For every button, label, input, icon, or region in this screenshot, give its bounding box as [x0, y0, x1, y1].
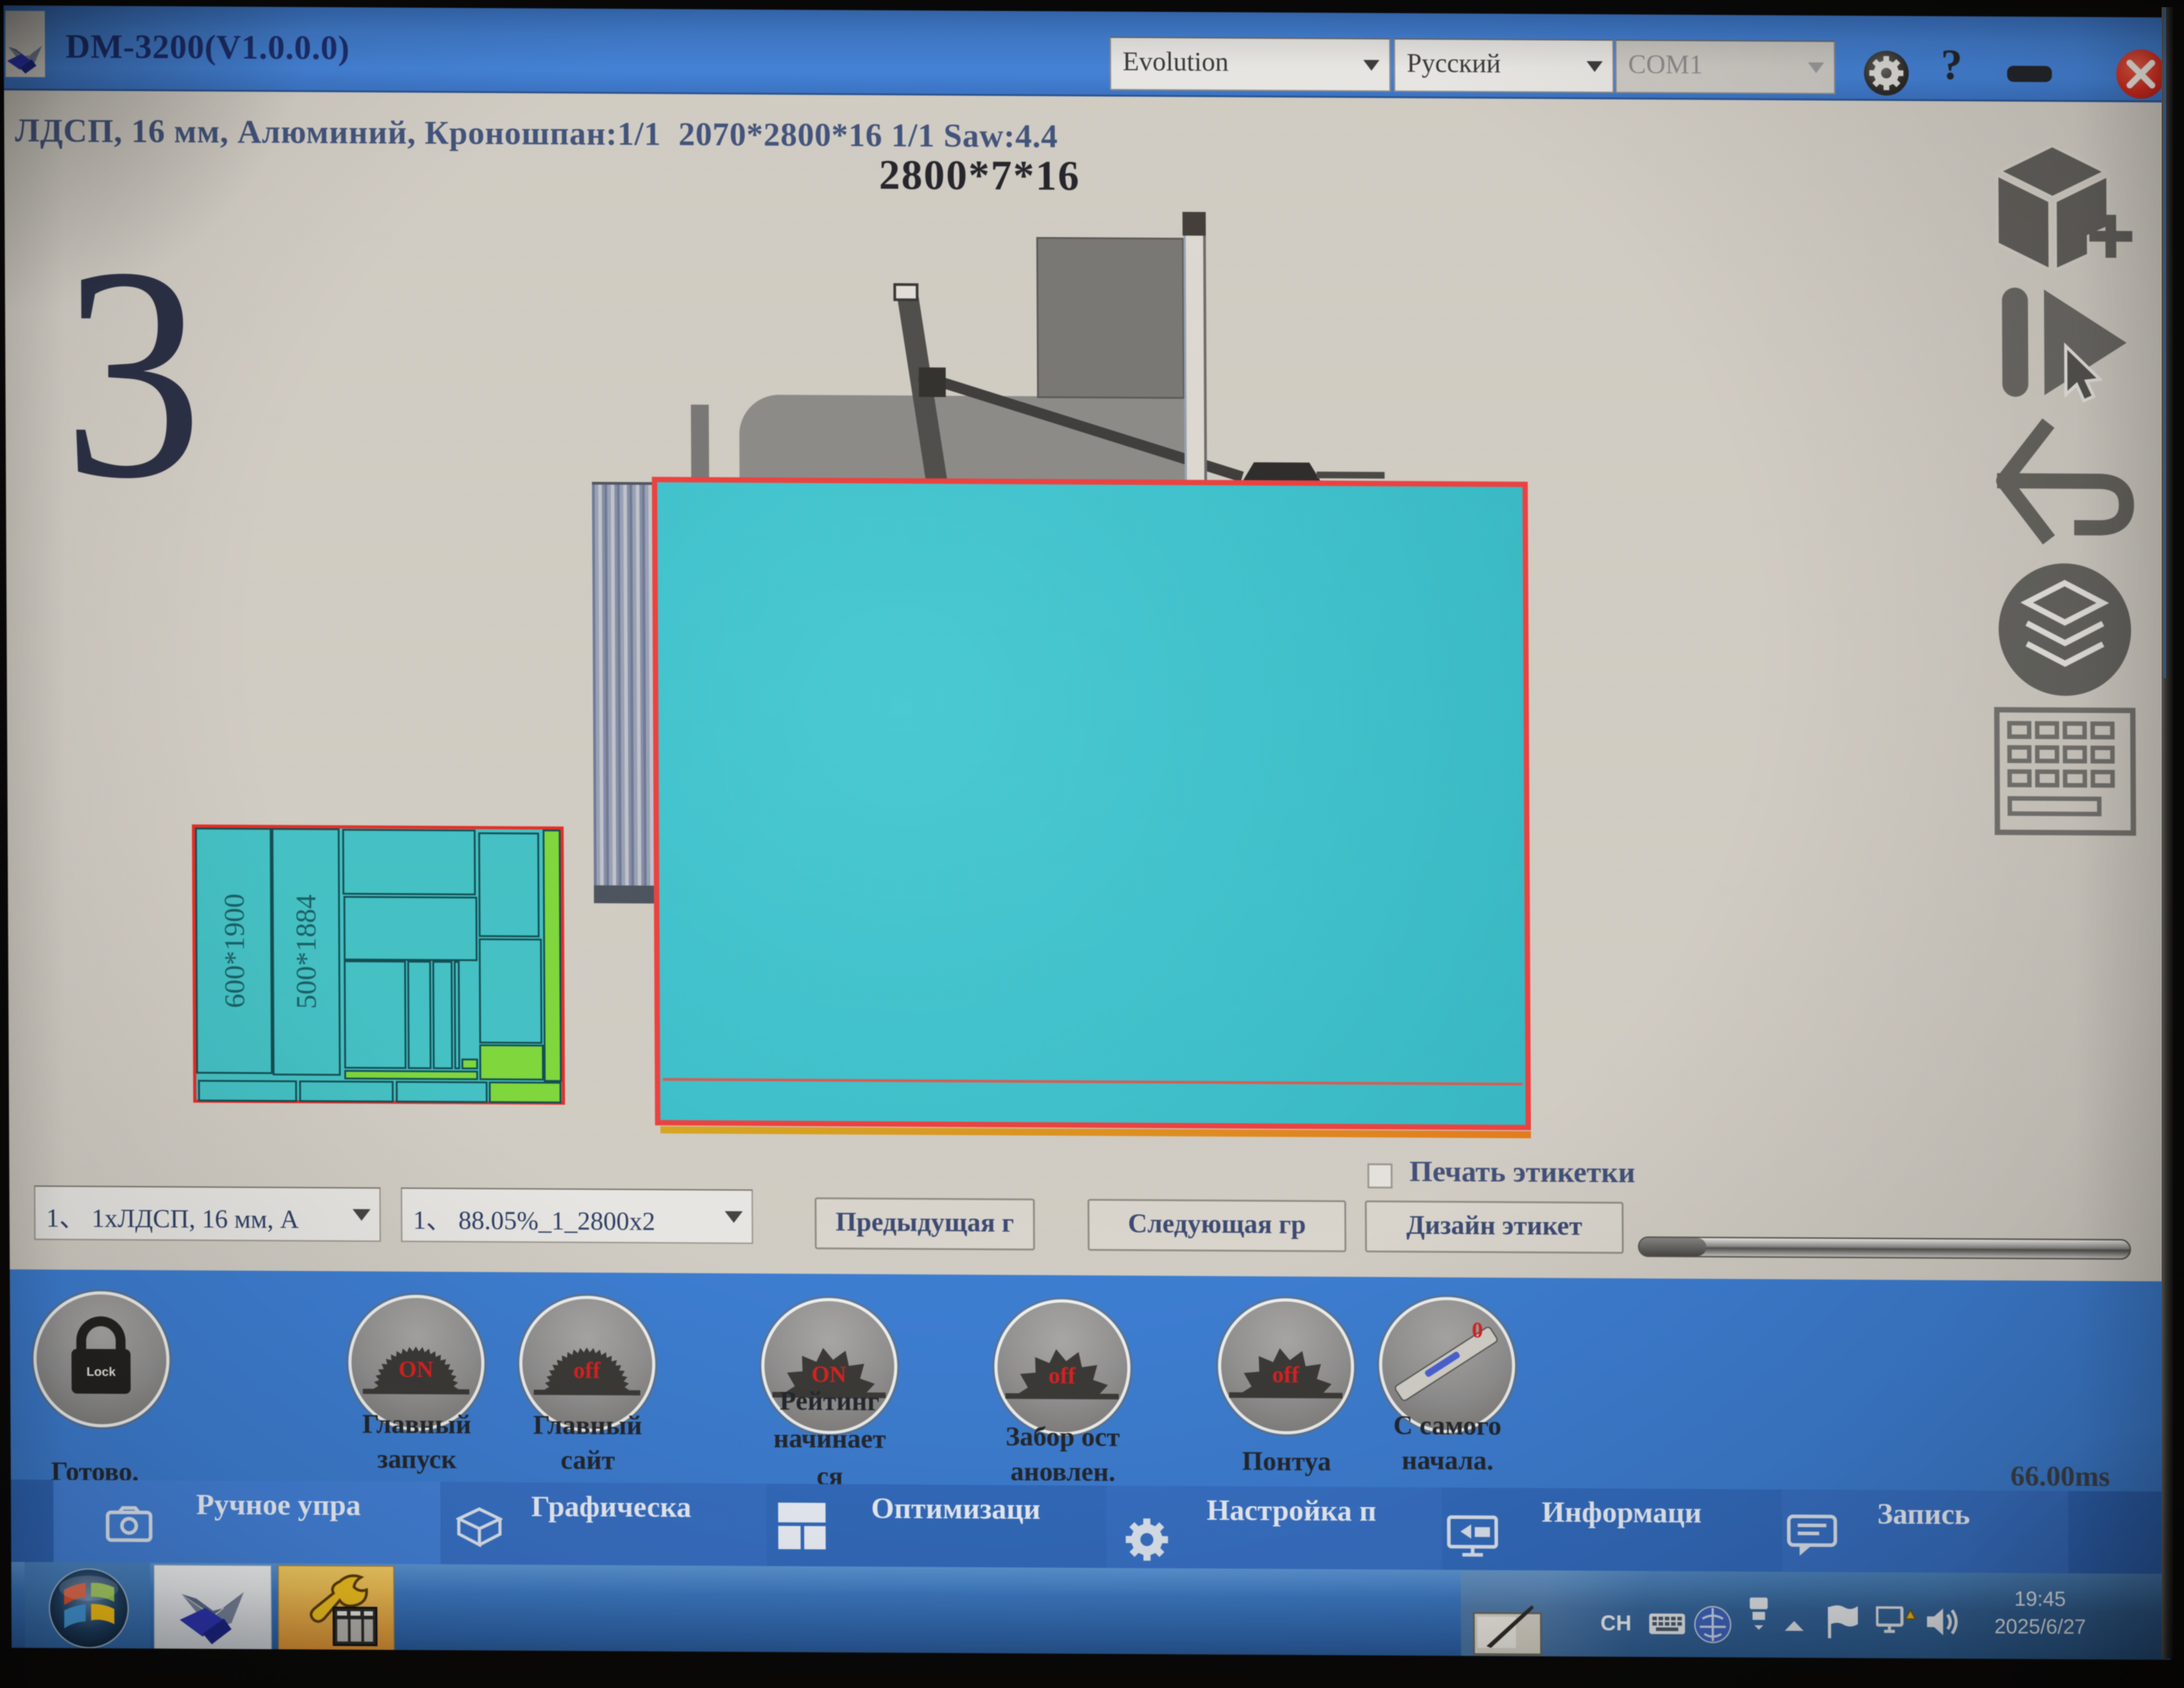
svg-text:0: 0	[1472, 1318, 1483, 1342]
svg-text:off: off	[1049, 1363, 1076, 1388]
svg-text:ON: ON	[399, 1357, 433, 1382]
svg-text:off: off	[574, 1358, 601, 1383]
svg-text:off: off	[1272, 1362, 1300, 1387]
svg-text:Lock: Lock	[86, 1365, 116, 1378]
